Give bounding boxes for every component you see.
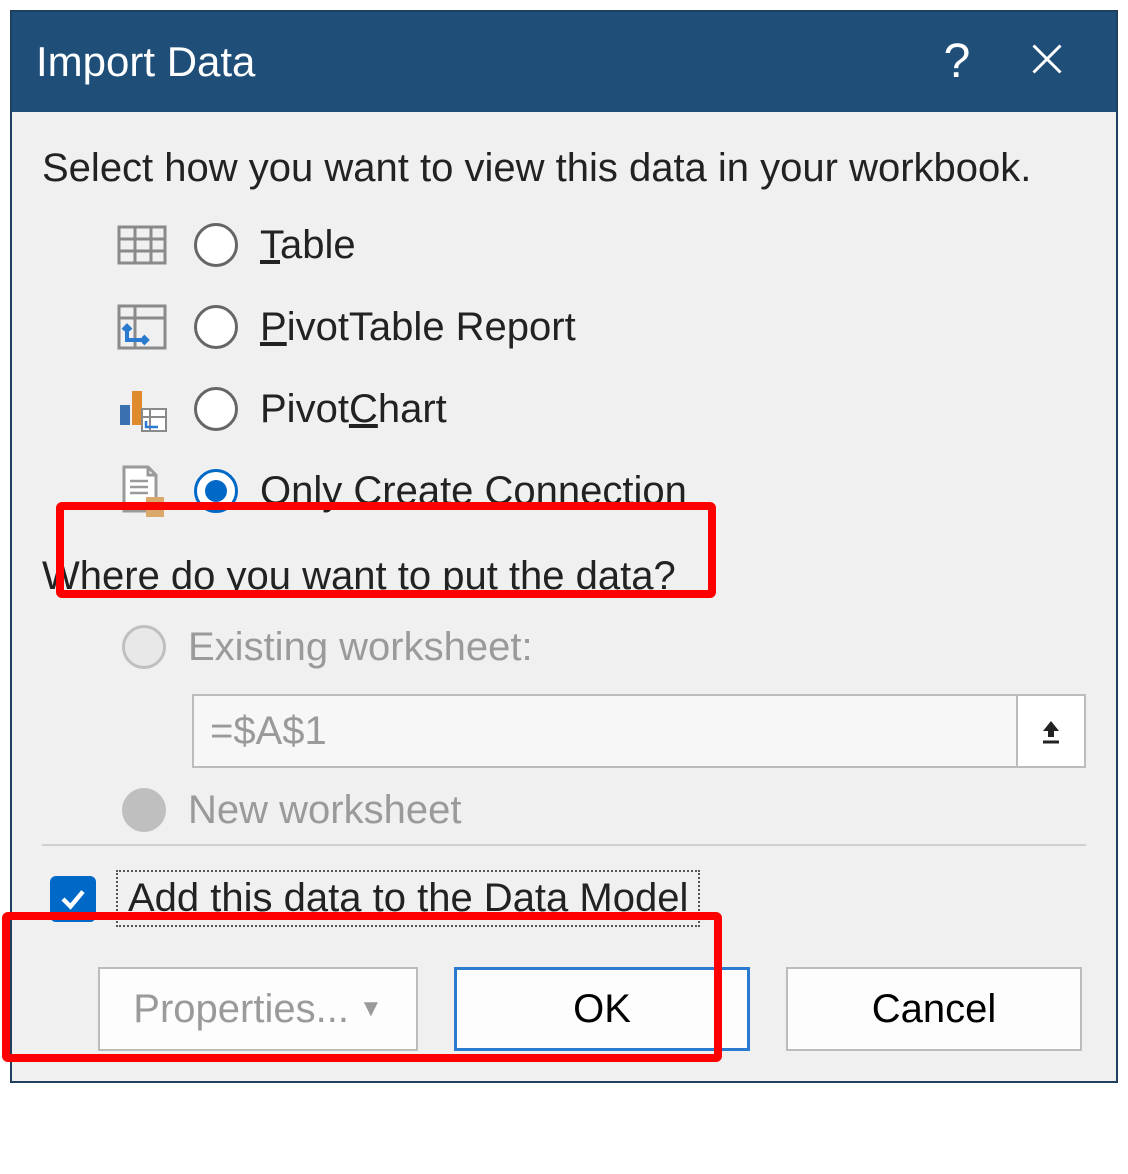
cell-reference-input [192,694,1016,768]
dialog-body: Select how you want to view this data in… [12,112,1116,1081]
option-pivotchart-label: PivotChart [260,387,447,432]
connection-file-icon [112,463,172,519]
titlebar[interactable]: Import Data ? [12,12,1116,112]
radio-existing-worksheet [122,625,166,669]
ok-button[interactable]: OK [454,967,750,1051]
option-pivottable-label: PivotTable Report [260,305,576,350]
range-selector-icon [1016,694,1086,768]
add-to-data-model-label: Add this data to the Data Model [116,870,700,927]
cell-reference-row [42,694,1086,768]
new-worksheet-label: New worksheet [188,788,461,833]
radio-new-worksheet [122,788,166,832]
pivotchart-icon [112,381,172,437]
location-section-label: Where do you want to put the data? [42,550,1086,602]
caret-down-icon: ▼ [359,995,383,1023]
checkbox-data-model[interactable] [50,876,96,922]
option-existing-worksheet: Existing worksheet: [42,608,1086,686]
radio-pivottable[interactable] [194,305,238,349]
close-icon[interactable] [1002,38,1092,86]
option-table-label: Table [260,223,356,268]
option-new-worksheet: New worksheet [42,780,1086,840]
cancel-button[interactable]: Cancel [786,967,1082,1051]
radio-only-connection[interactable] [194,469,238,513]
option-pivottable[interactable]: PivotTable Report [42,286,1086,368]
dialog-title: Import Data [36,38,912,86]
properties-button-label: Properties... [133,987,349,1032]
properties-button: Properties... ▼ [98,967,418,1051]
help-icon[interactable]: ? [912,38,1002,86]
radio-table[interactable] [194,223,238,267]
divider [42,844,1086,846]
radio-pivotchart[interactable] [194,387,238,431]
option-table[interactable]: Table [42,204,1086,286]
button-row: Properties... ▼ OK Cancel [42,967,1086,1051]
pivottable-icon [112,299,172,355]
import-data-dialog: Import Data ? Select how you want to vie… [10,10,1118,1083]
table-icon [112,217,172,273]
option-only-connection[interactable]: Only Create Connection [42,450,1086,532]
option-pivotchart[interactable]: PivotChart [42,368,1086,450]
add-to-data-model-row[interactable]: Add this data to the Data Model [42,870,1086,927]
view-section-label: Select how you want to view this data in… [42,142,1086,194]
option-only-connection-label: Only Create Connection [260,469,687,514]
existing-worksheet-label: Existing worksheet: [188,625,533,670]
